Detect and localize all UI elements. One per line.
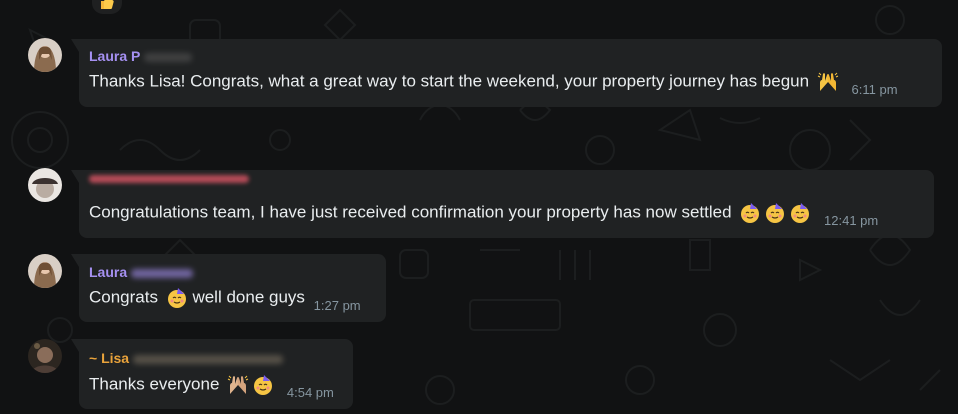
message-body: Thanks everyone 4:54 pm xyxy=(89,373,343,404)
message-time: 6:11 pm xyxy=(851,82,898,97)
message-text: well done guys xyxy=(192,287,305,307)
avatar[interactable] xyxy=(28,168,62,202)
message-text: Thanks Lisa! Congrats, what a great way … xyxy=(89,71,810,91)
message-time: 4:54 pm xyxy=(286,385,334,400)
partying-face-icon xyxy=(739,202,761,224)
message-body: Congratulations team, I have just receiv… xyxy=(89,201,924,232)
message-bubble[interactable]: Congratulations team, I have just receiv… xyxy=(71,170,934,238)
bubble-tail xyxy=(71,39,79,52)
sender-name: Laura xyxy=(89,264,128,280)
message-bubble[interactable]: ~ Lisa Thanks everyone 4:54 pm xyxy=(71,339,353,409)
avatar[interactable] xyxy=(28,254,62,288)
bubble-tail xyxy=(71,339,79,352)
raising-hands-icon xyxy=(227,374,249,396)
bubble-tail xyxy=(71,170,79,183)
sender-name: Laura P xyxy=(89,48,141,64)
redaction xyxy=(133,354,284,364)
thumbs-up-icon xyxy=(99,0,115,12)
message-sender[interactable]: Laura xyxy=(89,264,376,281)
message-sender[interactable]: ~ Lisa xyxy=(89,350,343,367)
redaction xyxy=(131,268,194,278)
partying-face-icon xyxy=(789,202,811,224)
message-text: Thanks everyone xyxy=(89,374,220,394)
raising-hands-icon xyxy=(817,71,839,93)
redaction xyxy=(89,175,249,183)
redaction xyxy=(144,52,193,62)
partying-face-icon xyxy=(166,287,188,309)
message-body: Thanks Lisa! Congrats, what a great way … xyxy=(89,70,932,101)
partying-face-icon xyxy=(252,374,274,396)
avatar[interactable] xyxy=(28,339,62,373)
message-time: 1:27 pm xyxy=(313,298,361,313)
message-body: Congrats well done guys 1:27 pm xyxy=(89,286,376,317)
avatar[interactable] xyxy=(28,38,62,72)
message-time: 12:41 pm xyxy=(824,213,879,228)
message-sender[interactable] xyxy=(89,175,924,192)
message-text: Congratulations team, I have just receiv… xyxy=(89,202,732,222)
message-sender[interactable]: Laura P xyxy=(89,48,932,65)
partying-face-icon xyxy=(764,202,786,224)
message-bubble[interactable]: Laura P Thanks Lisa! Congrats, what a gr… xyxy=(71,39,942,107)
bubble-tail xyxy=(71,254,79,267)
message-text: Congrats xyxy=(89,287,158,307)
sender-name: ~ Lisa xyxy=(89,350,130,366)
message-bubble[interactable]: Laura Congrats well done guys 1:27 pm xyxy=(71,254,386,322)
reaction-badge[interactable] xyxy=(92,0,122,14)
